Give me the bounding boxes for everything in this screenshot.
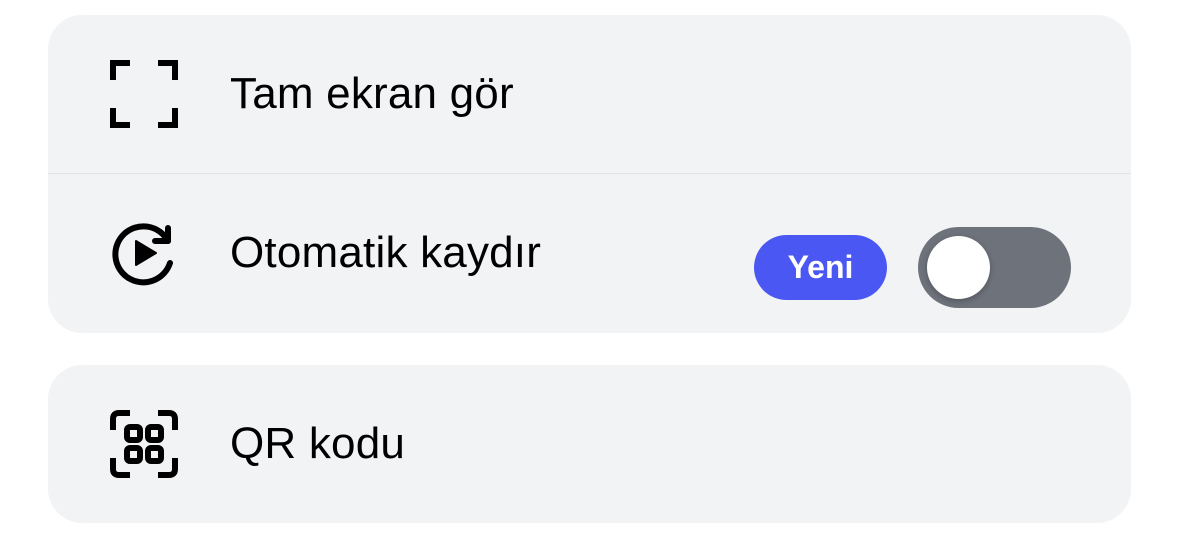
new-badge: Yeni <box>754 235 887 300</box>
menu-item-fullscreen-label: Tam ekran gör <box>230 69 514 118</box>
menu-group-display: Tam ekran gör Otomatik kaydır Yeni <box>48 15 1131 333</box>
menu-item-qr-code[interactable]: QR kodu <box>48 365 1131 523</box>
toggle-knob <box>927 236 990 299</box>
autoscroll-toggle[interactable] <box>918 227 1071 308</box>
qr-code-icon <box>110 410 178 478</box>
menu-item-qr-code-label: QR kodu <box>230 419 406 468</box>
fullscreen-icon <box>110 60 178 128</box>
menu-item-autoscroll-label: Otomatik kaydır <box>230 228 542 277</box>
menu-item-autoscroll[interactable]: Otomatik kaydır Yeni <box>48 174 1131 332</box>
autoscroll-play-icon <box>110 219 178 287</box>
menu-item-fullscreen[interactable]: Tam ekran gör <box>48 15 1131 174</box>
menu-group-share: QR kodu <box>48 365 1131 523</box>
